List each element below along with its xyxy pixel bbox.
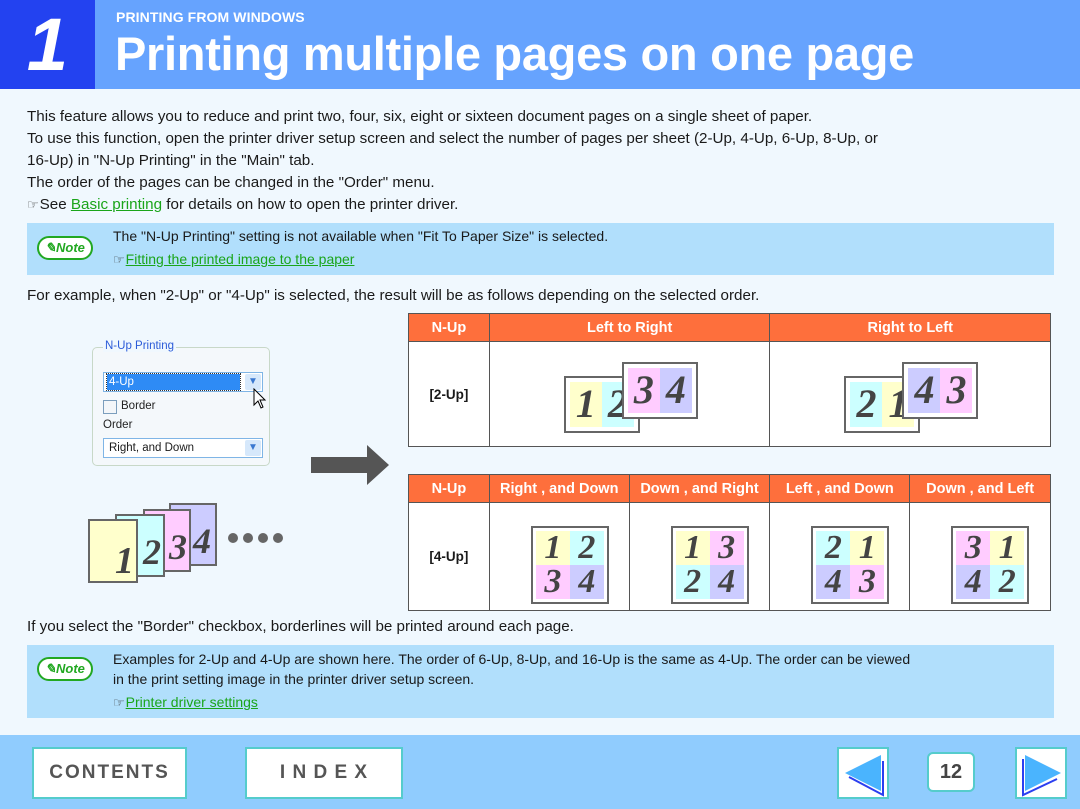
- next-page-button[interactable]: [1015, 747, 1067, 799]
- table-4up: N-Up Right , and Down Down , and Right L…: [408, 474, 1051, 611]
- header-nup: N-Up: [408, 474, 490, 503]
- pencil-icon: ✎: [45, 240, 56, 255]
- intro-line-2: To use this function, open the printer d…: [27, 130, 878, 147]
- index-button[interactable]: I N D E X: [245, 747, 403, 799]
- sheet-4up: 1 3 2 4: [670, 526, 749, 604]
- order-label: Order: [103, 419, 133, 431]
- sheet-2: 4 3: [902, 362, 979, 419]
- header-down-and-right: Down , and Right: [628, 474, 771, 503]
- ellipsis-dots-icon: [228, 533, 283, 543]
- chapter-number: 1: [0, 0, 95, 89]
- cell-left-and-down: 2 1 4 3: [769, 502, 911, 611]
- cell-right-and-down: 1 2 3 4: [488, 502, 630, 611]
- note-box-fit-to-paper: ✎Note The "N-Up Printing" setting is not…: [27, 223, 1054, 275]
- contents-button[interactable]: CONTENTS: [32, 747, 187, 799]
- note-text: The "N-Up Printing" setting is not avail…: [113, 228, 609, 244]
- note-link-line: ☞Fitting the printed image to the paper: [113, 248, 354, 271]
- header-right-to-left: Right to Left: [769, 313, 1051, 342]
- pointing-hand-icon: ☞: [27, 197, 39, 212]
- cell-right-to-left: 2 1 4 3: [769, 341, 1051, 447]
- row-label-4up: [4-Up]: [408, 502, 490, 611]
- note-text-line-1: Examples for 2-Up and 4-Up are shown her…: [113, 651, 911, 667]
- sheet-2: 3 4: [621, 362, 698, 419]
- note-text-line-2: in the print setting image in the printe…: [113, 671, 475, 687]
- nup-select[interactable]: 4-Up ▼: [103, 372, 263, 392]
- header-down-and-left: Down , and Left: [909, 474, 1051, 503]
- pencil-icon: ✎: [45, 661, 56, 676]
- previous-page-button[interactable]: [837, 747, 889, 799]
- table-2up: N-Up Left to Right Right to Left [2-Up] …: [408, 313, 1051, 447]
- row-label-2up: [2-Up]: [408, 341, 490, 447]
- pointing-hand-icon: ☞: [113, 695, 125, 710]
- see-basic-printing: ☞See Basic printing for details on how t…: [27, 196, 459, 213]
- intro-line-3: 16-Up) in "N-Up Printing" in the "Main" …: [27, 152, 315, 169]
- note-badge: ✎Note: [37, 657, 93, 681]
- header-left-and-down: Left , and Down: [769, 474, 911, 503]
- border-checkbox[interactable]: [103, 400, 117, 414]
- intro-line-4: The order of the pages can be changed in…: [27, 174, 435, 191]
- example-text: For example, when "2-Up" or "4-Up" is se…: [27, 287, 760, 304]
- note-box-examples: ✎Note Examples for 2-Up and 4-Up are sho…: [27, 645, 1054, 718]
- table-header-row: N-Up Right , and Down Down , and Right L…: [408, 474, 1051, 503]
- cell-down-and-left: 3 1 4 2: [909, 502, 1051, 611]
- page-title: Printing multiple pages on one page: [115, 27, 915, 80]
- table-header-row: N-Up Left to Right Right to Left: [408, 313, 1051, 342]
- table-row-2up: [2-Up] 1 2 3 4 2 1 4 3: [408, 341, 1051, 447]
- header-right-and-down: Right , and Down: [488, 474, 630, 503]
- sheet-4up: 1 2 3 4: [530, 526, 609, 604]
- chevron-down-icon: ▼: [245, 440, 261, 456]
- pointing-hand-icon: ☞: [113, 252, 125, 267]
- sheet-4up: 3 1 4 2: [951, 526, 1030, 604]
- header-left-to-right: Left to Right: [488, 313, 771, 342]
- note-link-line: ☞Printer driver settings: [113, 691, 258, 714]
- mouse-cursor-icon: [253, 388, 267, 409]
- nup-printing-dialog: N-Up Printing 4-Up ▼ Border Order Right,…: [92, 340, 270, 466]
- header-nup: N-Up: [408, 313, 490, 342]
- cell-left-to-right: 1 2 3 4: [488, 341, 771, 447]
- border-label: Border: [121, 400, 156, 412]
- cell-down-and-right: 1 3 2 4: [628, 502, 771, 611]
- page-number: 12: [927, 752, 975, 792]
- right-arrow-icon: [1022, 755, 1061, 797]
- page-header: 1 PRINTING FROM WINDOWS Printing multipl…: [0, 0, 1080, 89]
- border-text: If you select the "Border" checkbox, bor…: [27, 618, 574, 635]
- intro-line-1: This feature allows you to reduce and pr…: [27, 108, 813, 125]
- footer-nav: CONTENTS I N D E X 12: [0, 735, 1080, 809]
- left-arrow-icon: [845, 755, 884, 797]
- fitting-image-link[interactable]: Fitting the printed image to the paper: [126, 251, 355, 267]
- sheet-4up: 2 1 4 3: [811, 526, 890, 604]
- nup-printing-label: N-Up Printing: [103, 340, 177, 352]
- basic-printing-link[interactable]: Basic printing: [71, 196, 162, 213]
- note-badge: ✎Note: [37, 236, 93, 260]
- right-arrow-icon: [311, 445, 389, 485]
- section-label: PRINTING FROM WINDOWS: [116, 9, 305, 25]
- printer-driver-settings-link[interactable]: Printer driver settings: [126, 694, 258, 710]
- source-page-1: 1: [88, 519, 138, 583]
- table-row-4up: [4-Up] 1 2 3 4 1 3 2 4 2 1 4 3 3 1 4 2: [408, 502, 1051, 611]
- order-select[interactable]: Right, and Down ▼: [103, 438, 263, 458]
